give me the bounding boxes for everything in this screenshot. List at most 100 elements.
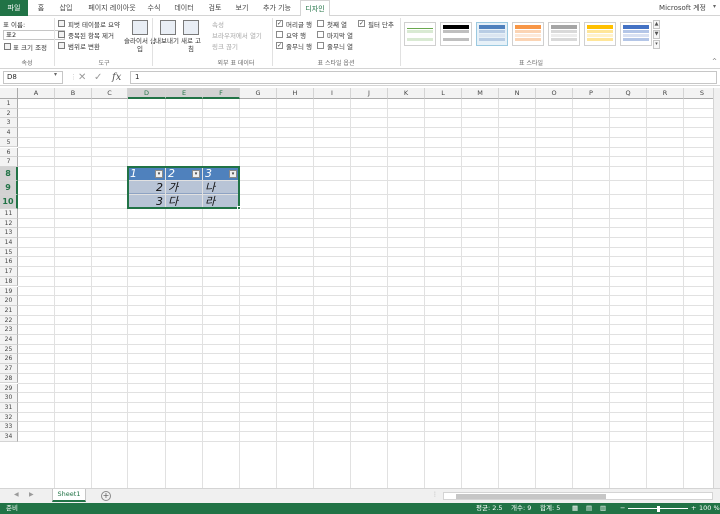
zoom-in-icon[interactable]: + bbox=[691, 503, 696, 514]
formula-input[interactable]: 1 bbox=[130, 71, 717, 84]
fill-handle[interactable] bbox=[237, 205, 241, 210]
last-column-checkbox[interactable] bbox=[317, 31, 324, 38]
horizontal-scrollbar[interactable] bbox=[443, 492, 713, 500]
next-sheet-icon[interactable]: ▶ bbox=[29, 491, 34, 498]
table-cell[interactable]: 가 bbox=[166, 180, 202, 194]
banded-rows-checkbox[interactable]: ✓ bbox=[276, 42, 283, 49]
column-header[interactable]: F bbox=[203, 88, 240, 99]
column-header[interactable]: P bbox=[573, 88, 610, 99]
table-style-swatch[interactable] bbox=[548, 22, 580, 46]
column-header[interactable]: N bbox=[499, 88, 536, 99]
tab-file[interactable]: 파일 bbox=[0, 0, 28, 16]
table-style-swatch[interactable] bbox=[440, 22, 472, 46]
first-column-checkbox[interactable] bbox=[317, 20, 324, 27]
row-header[interactable]: 29 bbox=[0, 383, 18, 394]
gallery-down-icon[interactable]: ▼ bbox=[653, 30, 660, 39]
tab-formulas[interactable]: 수식 bbox=[144, 0, 164, 16]
filter-dropdown-icon[interactable]: ▾ bbox=[155, 169, 163, 178]
row-header[interactable]: 34 bbox=[0, 432, 18, 442]
normal-view-icon[interactable]: ▦ bbox=[572, 503, 578, 514]
table-cell[interactable]: 나 bbox=[203, 180, 239, 194]
vertical-scrollbar[interactable] bbox=[713, 88, 720, 488]
column-header[interactable]: M bbox=[462, 88, 499, 99]
header-row-checkbox[interactable]: ✓ bbox=[276, 20, 283, 27]
table-cell[interactable]: 다 bbox=[166, 194, 202, 208]
page-layout-view-icon[interactable]: ▤ bbox=[586, 503, 592, 514]
sheet-tab[interactable]: Sheet1 bbox=[52, 489, 86, 502]
tab-addins[interactable]: 추가 기능 bbox=[258, 0, 296, 16]
unlink-button[interactable]: 링크 끊기 bbox=[212, 41, 238, 51]
filter-dropdown-icon[interactable]: ▾ bbox=[229, 169, 237, 178]
tab-home[interactable]: 홈 bbox=[33, 0, 49, 16]
add-sheet-icon[interactable]: + bbox=[101, 491, 111, 501]
zoom-out-icon[interactable]: − bbox=[620, 503, 625, 514]
column-header[interactable]: R bbox=[647, 88, 684, 99]
row-header[interactable]: 22 bbox=[0, 315, 18, 326]
spreadsheet-grid[interactable]: A B C D E F G H I J K L M N O P Q R S 1 2 3 4 5 6 7 8 9 10 11 12 13 14 15… bbox=[0, 88, 713, 488]
row-header[interactable]: 4 bbox=[0, 128, 18, 138]
gallery-more-icon[interactable]: ▾ bbox=[653, 40, 660, 49]
enter-icon[interactable]: ✓ bbox=[94, 71, 102, 84]
row-header[interactable]: 2 bbox=[0, 108, 18, 119]
external-properties-button[interactable]: 속성 bbox=[212, 19, 224, 29]
row-header[interactable]: 11 bbox=[0, 208, 18, 219]
table-style-swatch[interactable] bbox=[620, 22, 652, 46]
row-header[interactable]: 3 bbox=[0, 118, 18, 129]
column-header[interactable]: H bbox=[277, 88, 314, 99]
row-header[interactable]: 12 bbox=[0, 218, 18, 229]
table-style-swatch[interactable] bbox=[404, 22, 436, 46]
column-header[interactable]: G bbox=[240, 88, 277, 99]
row-header[interactable]: 30 bbox=[0, 393, 18, 403]
open-in-browser-button[interactable]: 브라우저에서 열기 bbox=[212, 30, 262, 40]
account-label[interactable]: Microsoft 계정 bbox=[659, 3, 706, 13]
row-header[interactable]: 9 bbox=[0, 180, 18, 195]
tab-insert[interactable]: 삽입 bbox=[54, 0, 78, 16]
table-cell[interactable]: 3 bbox=[128, 194, 165, 208]
row-header[interactable]: 18 bbox=[0, 276, 18, 287]
tab-view[interactable]: 보기 bbox=[231, 0, 253, 16]
row-header[interactable]: 32 bbox=[0, 412, 18, 423]
pivot-summary-button[interactable]: 피벗 테이블로 요약 bbox=[68, 19, 120, 29]
tab-design[interactable]: 디자인 bbox=[300, 0, 330, 17]
prev-sheet-icon[interactable]: ◀ bbox=[14, 491, 19, 498]
table-cell[interactable]: 라 bbox=[203, 194, 239, 208]
column-header[interactable]: O bbox=[536, 88, 573, 99]
row-header[interactable]: 26 bbox=[0, 354, 18, 365]
row-header[interactable]: 10 bbox=[0, 194, 18, 209]
filter-dropdown-icon[interactable]: ▾ bbox=[192, 169, 200, 178]
table-cell[interactable]: 2 bbox=[128, 180, 165, 194]
convert-to-range-button[interactable]: 범위로 변환 bbox=[68, 41, 100, 51]
tab-splitter-icon[interactable]: ⋮ bbox=[432, 491, 438, 498]
tab-review[interactable]: 검토 bbox=[204, 0, 226, 16]
row-header[interactable]: 28 bbox=[0, 373, 18, 384]
row-header[interactable]: 27 bbox=[0, 364, 18, 374]
gallery-up-icon[interactable]: ▲ bbox=[653, 20, 660, 29]
column-header[interactable]: A bbox=[18, 88, 55, 99]
row-header[interactable]: 19 bbox=[0, 286, 18, 297]
table-style-swatch[interactable] bbox=[512, 22, 544, 46]
row-header[interactable]: 7 bbox=[0, 157, 18, 167]
total-row-checkbox[interactable] bbox=[276, 31, 283, 38]
table-style-swatch[interactable] bbox=[584, 22, 616, 46]
row-header[interactable]: 1 bbox=[0, 99, 18, 109]
row-header[interactable]: 25 bbox=[0, 344, 18, 355]
refresh-button[interactable]: 새로 고침 bbox=[179, 37, 203, 53]
column-header[interactable]: B bbox=[55, 88, 92, 99]
tab-page-layout[interactable]: 페이지 레이아웃 bbox=[83, 0, 141, 16]
account-dropdown-icon[interactable]: ▾ bbox=[713, 3, 716, 10]
column-header[interactable]: I bbox=[314, 88, 351, 99]
row-header[interactable]: 8 bbox=[0, 166, 18, 181]
row-header[interactable]: 31 bbox=[0, 402, 18, 413]
row-header[interactable]: 6 bbox=[0, 147, 18, 158]
row-header[interactable]: 33 bbox=[0, 422, 18, 432]
column-header[interactable]: S bbox=[684, 88, 713, 99]
page-break-view-icon[interactable]: ▥ bbox=[600, 503, 606, 514]
export-button[interactable]: 내보내기 bbox=[154, 37, 180, 45]
column-header[interactable]: D bbox=[128, 88, 166, 99]
remove-duplicates-button[interactable]: 중복된 항목 제거 bbox=[68, 30, 114, 40]
insert-function-icon[interactable]: fx bbox=[112, 71, 121, 84]
row-header[interactable]: 5 bbox=[0, 137, 18, 148]
column-header[interactable]: C bbox=[92, 88, 128, 99]
row-header[interactable]: 13 bbox=[0, 228, 18, 238]
column-header[interactable]: L bbox=[425, 88, 462, 99]
